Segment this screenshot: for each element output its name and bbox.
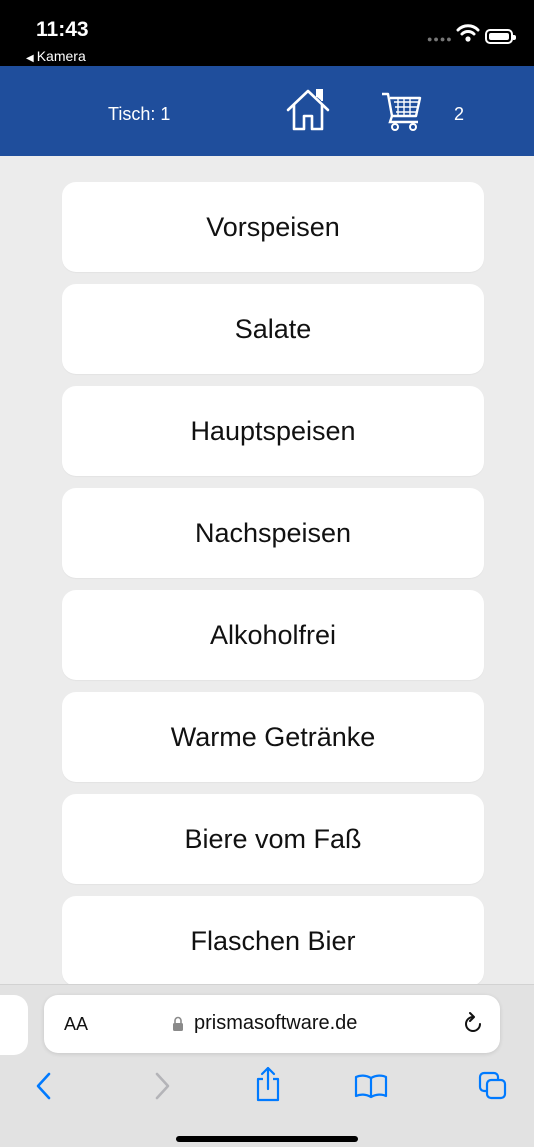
wifi-icon [456,24,480,42]
category-button-biere-vom-fass[interactable]: Biere vom Faß [62,794,484,884]
category-button-warme-getraenke[interactable]: Warme Getränke [62,692,484,782]
app-header: Tisch: 1 2 [0,66,534,156]
reload-icon[interactable] [462,1010,486,1036]
text-size-button[interactable]: AA [64,1014,88,1035]
chevron-right-icon[interactable] [152,1071,172,1101]
battery-icon [485,29,516,44]
back-to-app-link[interactable]: ◀ Kamera [26,48,86,64]
status-time: 11:43 [36,18,89,41]
chevron-left-icon[interactable] [34,1071,54,1101]
url-domain: prismasoftware.de [194,1012,358,1034]
lock-icon [173,1016,183,1031]
signal-icon: ●●●● [427,34,453,44]
category-button-alkoholfrei[interactable]: Alkoholfrei [62,590,484,680]
previous-tab-preview[interactable] [0,995,28,1055]
back-triangle-icon: ◀ [26,53,34,64]
book-icon[interactable] [354,1073,388,1099]
table-label: Tisch: 1 [108,104,171,124]
share-icon[interactable] [254,1065,282,1103]
tabs-icon[interactable] [478,1071,508,1101]
category-button-hauptspeisen[interactable]: Hauptspeisen [62,386,484,476]
back-app-label: Kamera [36,48,86,64]
home-indicator[interactable] [176,1136,358,1142]
category-button-salate[interactable]: Salate [62,284,484,374]
text-size-label: AA [64,1014,89,1034]
category-list: Vorspeisen Salate Hauptspeisen Nachspeis… [0,156,534,988]
category-button-nachspeisen[interactable]: Nachspeisen [62,488,484,578]
address-bar[interactable]: AA prismasoftware.de [44,995,500,1053]
cart-icon[interactable] [380,86,424,134]
cart-count: 2 [454,104,465,124]
browser-toolbar: AA prismasoftware.de [0,984,534,1147]
home-icon[interactable] [284,86,332,134]
status-bar: 11:43 ◀ Kamera ●●●● [0,0,534,66]
category-button-flaschen-bier[interactable]: Flaschen Bier [62,896,484,986]
category-button-vorspeisen[interactable]: Vorspeisen [62,182,484,272]
